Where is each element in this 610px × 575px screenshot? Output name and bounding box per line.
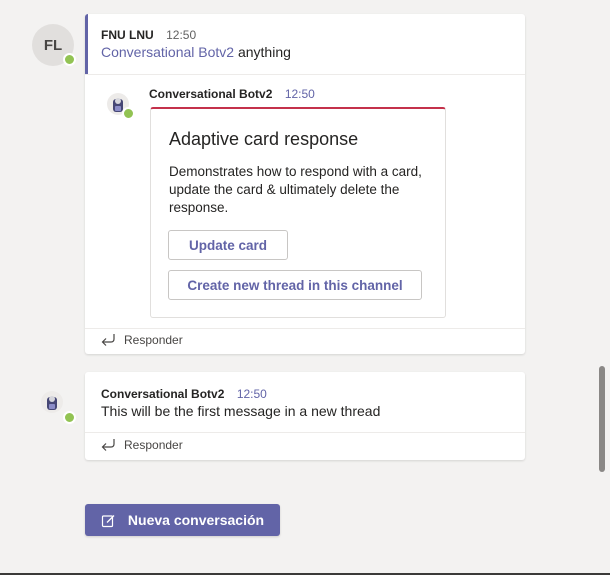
post-header: Conversational Botv2 12:50 xyxy=(101,385,267,403)
bot-author-name[interactable]: Conversational Botv2 xyxy=(101,387,224,401)
update-card-button[interactable]: Update card xyxy=(168,230,288,260)
reply-divider xyxy=(85,432,525,433)
root-post-header: FNU LNU 12:50 xyxy=(101,26,196,44)
reply-button[interactable]: Responder xyxy=(100,438,183,452)
bot-avatar-icon[interactable] xyxy=(40,390,64,414)
compose-icon xyxy=(101,514,115,527)
timestamp: 12:50 xyxy=(236,387,267,401)
presence-available-icon xyxy=(63,53,76,66)
reply-button[interactable]: Responder xyxy=(100,333,183,347)
author-name[interactable]: FNU LNU xyxy=(101,28,154,42)
avatar-initials: FL xyxy=(43,36,63,54)
root-post-accent-bar xyxy=(85,14,88,74)
reply-arrow-icon xyxy=(101,439,115,451)
thread-card-2: Conversational Botv2 12:50 This will be … xyxy=(85,372,525,460)
bot-mention[interactable]: Conversational Botv2 xyxy=(101,44,234,60)
reply-arrow-icon xyxy=(101,334,115,346)
card-title: Adaptive card response xyxy=(169,129,359,149)
new-conversation-button[interactable]: Nueva conversación xyxy=(85,504,280,536)
reply-label: Responder xyxy=(124,438,183,452)
root-message: Conversational Botv2 anything xyxy=(101,44,291,60)
bot-reply-header: Conversational Botv2 12:50 xyxy=(149,85,315,103)
scrollbar-thumb[interactable] xyxy=(599,366,605,472)
card-description: Demonstrates how to respond with a card,… xyxy=(169,164,422,215)
thread-card-1: FNU LNU 12:50 Conversational Botv2 anyth… xyxy=(85,14,525,354)
presence-available-icon xyxy=(63,411,76,424)
presence-available-icon xyxy=(122,107,135,120)
message-text: anything xyxy=(234,44,291,60)
reply-divider xyxy=(85,328,525,329)
reply-label: Responder xyxy=(124,333,183,347)
new-conversation-label: Nueva conversación xyxy=(127,512,265,528)
bot-timestamp: 12:50 xyxy=(284,87,315,101)
create-new-thread-button[interactable]: Create new thread in this channel xyxy=(168,270,422,300)
timestamp: 12:50 xyxy=(166,28,197,42)
bot-author-name[interactable]: Conversational Botv2 xyxy=(149,87,272,101)
adaptive-card: Adaptive card response Demonstrates how … xyxy=(150,107,446,318)
message-text: This will be the first message in a new … xyxy=(101,403,381,419)
thread-divider xyxy=(85,74,525,75)
